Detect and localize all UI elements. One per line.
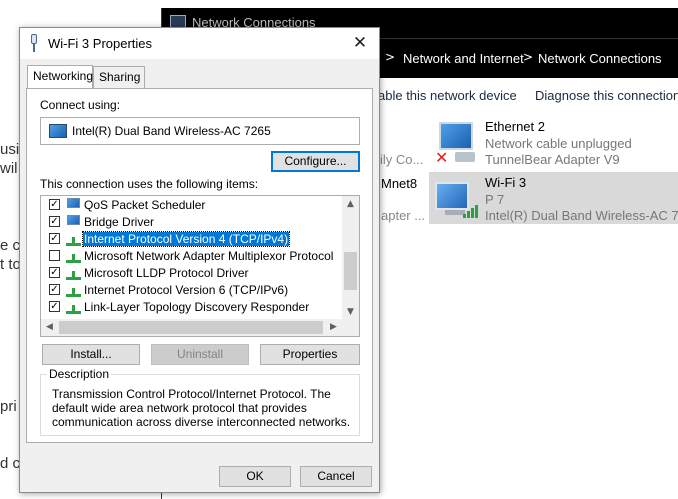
horizontal-scrollbar[interactable]: ◀ ▶ <box>41 319 359 336</box>
adapter-ethernet-2[interactable]: ✕ Ethernet 2 Network cable unplugged Tun… <box>429 116 678 168</box>
list-item[interactable]: ✓ Microsoft LLDP Protocol Driver <box>41 265 341 282</box>
cancel-button[interactable]: Cancel <box>300 466 372 487</box>
item-label: Internet Protocol Version 6 (TCP/IPv6) <box>84 283 289 297</box>
partial-adapter-name: Mnet8 <box>381 176 418 191</box>
adapter-wifi-3[interactable]: Wi-Fi 3 P 7 Intel(R) Dual Band Wireless-… <box>429 172 678 224</box>
item-checkbox[interactable]: ✓ <box>49 233 60 244</box>
description-group: Description Transmission Control Protoco… <box>40 367 360 436</box>
list-item[interactable]: ✓ Bridge Driver <box>41 214 341 231</box>
doc-fragment: wil <box>0 160 18 177</box>
adapter-name: Intel(R) Dual Band Wireless-AC 7265 <box>72 124 271 138</box>
properties-button[interactable]: Properties <box>260 344 360 365</box>
network-protocol-icon <box>66 300 82 314</box>
network-protocol-icon <box>66 232 82 246</box>
network-adapter-icon <box>49 124 67 138</box>
network-protocol-icon <box>66 249 82 263</box>
doc-fragment: d c <box>0 455 21 472</box>
item-checkbox[interactable]: ✓ <box>49 199 60 210</box>
scroll-left-icon[interactable]: ◀ <box>41 319 58 336</box>
network-service-icon <box>66 198 82 212</box>
adapter-status: P 7 <box>485 192 505 207</box>
doc-fragment: t to <box>0 256 21 273</box>
item-checkbox[interactable]: ✓ <box>49 301 60 312</box>
item-label: Bridge Driver <box>84 215 155 229</box>
network-protocol-icon <box>66 266 82 280</box>
close-button[interactable]: ✕ <box>349 32 371 54</box>
ok-button[interactable]: OK <box>219 466 291 487</box>
adapter-device: Intel(R) Dual Band Wireless-AC 72... <box>485 208 678 223</box>
list-item[interactable]: Microsoft Network Adapter Multiplexor Pr… <box>41 248 341 265</box>
adapter-status: Network cable unplugged <box>485 136 632 151</box>
close-icon: ✕ <box>352 33 368 53</box>
dialog-titlebar[interactable]: Wi-Fi 3 Properties ✕ <box>20 28 379 59</box>
items-label: This connection uses the following items… <box>40 177 259 191</box>
network-plug-icon <box>28 34 40 52</box>
list-item[interactable]: ✓ Internet Protocol Version 6 (TCP/IPv6) <box>41 282 341 299</box>
description-text: Transmission Control Protocol/Internet P… <box>52 387 351 429</box>
item-checkbox[interactable]: ✓ <box>49 284 60 295</box>
uninstall-button[interactable]: Uninstall <box>151 344 249 365</box>
item-label: Internet Protocol Version 4 (TCP/IPv4) <box>81 231 291 247</box>
connect-using-label: Connect using: <box>40 98 121 112</box>
item-checkbox[interactable]: ✓ <box>49 216 60 227</box>
scroll-right-icon[interactable]: ▶ <box>325 319 342 336</box>
adapter-device: TunnelBear Adapter V9 <box>485 152 620 167</box>
doc-fragment: usi <box>0 141 20 158</box>
ethernet-adapter-icon: ✕ <box>435 120 479 167</box>
description-legend: Description <box>47 367 112 381</box>
doc-fragment: e c <box>0 237 21 254</box>
breadcrumb-separator: > <box>523 50 534 64</box>
signal-bars-icon <box>463 202 481 218</box>
wifi-adapter-icon <box>435 176 479 222</box>
tab-sharing[interactable]: Sharing <box>93 66 145 88</box>
scroll-thumb[interactable] <box>59 321 323 334</box>
items-list[interactable]: ✓ QoS Packet Scheduler ✓ Bridge Driver ✓… <box>40 195 360 337</box>
adapter-name: Wi-Fi 3 <box>485 175 527 190</box>
configure-button[interactable]: Configure... <box>271 151 360 172</box>
diagnose-connection-command[interactable]: Diagnose this connection <box>535 88 678 103</box>
adapter-name: Ethernet 2 <box>485 119 545 134</box>
wifi-properties-dialog: Wi-Fi 3 Properties ✕ Networking Sharing … <box>19 27 380 493</box>
doc-fragment: pri <box>0 398 17 415</box>
list-item[interactable]: ✓ QoS Packet Scheduler <box>41 197 341 214</box>
networking-panel: Connect using: Intel(R) Dual Band Wirele… <box>26 88 373 443</box>
item-checkbox[interactable]: ✓ <box>49 267 60 278</box>
breadcrumb-network-connections[interactable]: Network Connections <box>538 51 662 66</box>
tab-networking[interactable]: Networking <box>27 65 93 88</box>
scroll-thumb[interactable] <box>344 252 357 290</box>
dialog-title: Wi-Fi 3 Properties <box>48 36 153 51</box>
partial-adapter-text: apter ... <box>381 208 426 223</box>
item-label: Microsoft LLDP Protocol Driver <box>84 266 249 280</box>
network-service-icon <box>66 215 82 229</box>
item-label: Microsoft Network Adapter Multiplexor Pr… <box>84 249 334 263</box>
install-button[interactable]: Install... <box>42 344 140 365</box>
breadcrumb-separator: > <box>385 50 396 64</box>
disconnected-x-icon: ✕ <box>435 148 449 167</box>
item-checkbox[interactable] <box>49 250 60 261</box>
adapter-display: Intel(R) Dual Band Wireless-AC 7265 <box>40 117 360 145</box>
scroll-up-icon[interactable]: ▲ <box>342 196 359 213</box>
vertical-scrollbar[interactable]: ▲ ▼ <box>342 196 359 321</box>
partial-adapter-text: ily Co... <box>380 152 424 167</box>
item-label: QoS Packet Scheduler <box>84 198 206 212</box>
list-item-selected[interactable]: ✓ Internet Protocol Version 4 (TCP/IPv4) <box>41 231 341 248</box>
enable-device-command[interactable]: able this network device <box>378 88 517 103</box>
network-protocol-icon <box>66 283 82 297</box>
list-item[interactable]: ✓ Link-Layer Topology Discovery Responde… <box>41 299 341 316</box>
item-label: Link-Layer Topology Discovery Responder <box>84 300 310 314</box>
breadcrumb-network-and-internet[interactable]: Network and Internet <box>403 51 524 66</box>
